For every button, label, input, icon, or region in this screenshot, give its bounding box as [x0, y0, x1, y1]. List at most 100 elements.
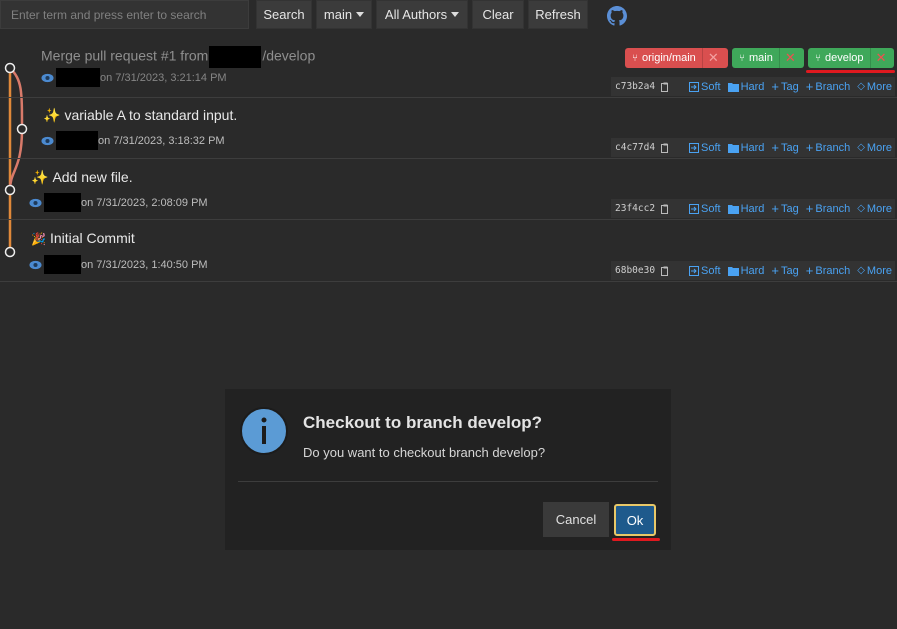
ok-button[interactable]: Ok: [614, 504, 656, 536]
commit-message: 🎉 Initial Commit: [31, 230, 135, 246]
close-icon[interactable]: ✕: [869, 48, 892, 68]
folder-icon: [727, 266, 739, 276]
soft-reset-button[interactable]: Soft: [689, 203, 721, 215]
search-input[interactable]: [0, 0, 249, 29]
clear-button[interactable]: Clear: [472, 0, 524, 29]
hard-reset-button[interactable]: Hard: [727, 80, 765, 93]
soft-reset-button[interactable]: Soft: [689, 265, 721, 277]
commit-row[interactable]: ✨ variable A to standard input. on 7/31/2…: [0, 98, 897, 159]
hard-label: Hard: [740, 141, 765, 154]
soft-label: Soft: [701, 141, 721, 154]
redacted-author: [56, 68, 100, 87]
ref-badge-develop[interactable]: ⑂ develop ✕: [808, 48, 894, 68]
more-button[interactable]: ◇ More: [857, 203, 892, 215]
more-button[interactable]: ◇ More: [857, 81, 892, 93]
cancel-button[interactable]: Cancel: [543, 502, 609, 537]
redacted-author: [44, 193, 81, 212]
commit-meta: on 7/31/2023, 2:08:09 PM: [29, 193, 208, 212]
authors-dropdown-label: All Authors: [384, 7, 448, 22]
hard-reset-button[interactable]: Hard: [727, 202, 765, 215]
commit-hash[interactable]: c4c77d4: [611, 138, 681, 157]
redacted-author: [56, 131, 98, 150]
plus-icon: +: [805, 263, 814, 278]
commit-date: on 7/31/2023, 1:40:50 PM: [81, 258, 208, 271]
soft-reset-button[interactable]: Soft: [689, 81, 721, 93]
commit-message-text: variable A to standard input.: [64, 107, 238, 123]
tag-label: Tag: [781, 202, 799, 215]
tag-label: Tag: [781, 141, 799, 154]
plus-icon: +: [771, 201, 780, 216]
branch-button[interactable]: + Branch: [806, 79, 850, 94]
close-icon[interactable]: ✕: [701, 48, 724, 68]
commit-hash-text: 23f4cc2: [615, 203, 656, 214]
copy-icon[interactable]: [661, 143, 670, 153]
plus-icon: +: [805, 140, 814, 155]
commit-date: on 7/31/2023, 3:18:32 PM: [98, 134, 225, 147]
more-button[interactable]: ◇ More: [857, 265, 892, 277]
commit-message-text: Initial Commit: [49, 230, 135, 246]
tag-button[interactable]: + Tag: [771, 201, 798, 216]
commit-hash[interactable]: 68b0e30: [611, 261, 681, 280]
commit-message-text: Add new file.: [52, 169, 133, 185]
plus-icon: +: [771, 79, 780, 94]
tag-button[interactable]: + Tag: [771, 263, 798, 278]
soft-reset-button[interactable]: Soft: [689, 142, 721, 154]
search-button[interactable]: Search: [256, 0, 312, 29]
more-button[interactable]: ◇ More: [857, 142, 892, 154]
ref-badge-main[interactable]: ⑂ main ✕: [732, 48, 804, 68]
commit-hash[interactable]: 23f4cc2: [611, 199, 681, 218]
eye-icon[interactable]: [29, 198, 42, 208]
reset-icon: [689, 81, 699, 92]
copy-icon[interactable]: [661, 266, 670, 276]
info-icon: [240, 407, 288, 455]
commit-meta: on 7/31/2023, 3:21:14 PM: [41, 68, 227, 87]
close-icon[interactable]: ✕: [778, 48, 801, 68]
toolbar: Search main All Authors Clear Refresh: [0, 0, 897, 30]
plus-icon: +: [805, 79, 814, 94]
more-label: More: [866, 264, 892, 277]
soft-label: Soft: [701, 264, 721, 277]
more-label: More: [866, 202, 892, 215]
hard-label: Hard: [740, 264, 765, 277]
commit-meta: on 7/31/2023, 1:40:50 PM: [29, 255, 208, 274]
branch-icon: ⑂: [815, 52, 821, 64]
tag-button[interactable]: + Tag: [771, 140, 798, 155]
branch-dropdown-label: main: [323, 7, 353, 22]
authors-dropdown[interactable]: All Authors: [376, 0, 468, 29]
commit-message: Merge pull request #1 from/develop: [41, 46, 315, 68]
commit-message: ✨ Add new file.: [31, 169, 133, 186]
hard-label: Hard: [740, 202, 765, 215]
plus-icon: +: [771, 140, 780, 155]
commit-row[interactable]: ✨ Add new file. on 7/31/2023, 2:08:09 PM …: [0, 159, 897, 220]
commit-meta: on 7/31/2023, 3:18:32 PM: [41, 131, 225, 150]
more-icon: ◇: [857, 142, 865, 153]
branch-dropdown[interactable]: main: [316, 0, 372, 29]
ref-badge-origin-main[interactable]: ⑂ origin/main ✕: [625, 48, 728, 68]
eye-icon[interactable]: [29, 260, 42, 270]
github-icon[interactable]: [607, 6, 627, 26]
eye-icon[interactable]: [41, 136, 54, 146]
commit-message-text: Merge pull request #1 from: [41, 47, 209, 64]
hard-label: Hard: [740, 80, 765, 93]
copy-icon[interactable]: [661, 204, 670, 214]
branch-button[interactable]: + Branch: [806, 201, 850, 216]
commit-row[interactable]: 🎉 Initial Commit on 7/31/2023, 1:40:50 PM…: [0, 221, 897, 282]
hard-reset-button[interactable]: Hard: [727, 141, 765, 154]
branch-label: Branch: [815, 141, 851, 154]
branch-icon: ⑂: [632, 52, 638, 64]
ref-name: main: [749, 52, 773, 64]
copy-icon[interactable]: [661, 82, 670, 92]
refresh-button[interactable]: Refresh: [528, 0, 588, 29]
commit-actions: Soft Hard + Tag + Branch ◇ More: [681, 199, 895, 218]
commit-date: on 7/31/2023, 3:21:14 PM: [100, 71, 227, 84]
tag-button[interactable]: + Tag: [771, 79, 798, 94]
branch-button[interactable]: + Branch: [806, 263, 850, 278]
redacted-block: [209, 46, 262, 68]
chevron-down-icon: [451, 12, 460, 17]
eye-icon[interactable]: [41, 73, 54, 83]
hard-reset-button[interactable]: Hard: [727, 264, 765, 277]
highlight-underline: [612, 538, 660, 541]
branch-button[interactable]: + Branch: [806, 140, 850, 155]
commit-actions: Soft Hard + Tag + Branch ◇ More: [681, 138, 895, 157]
commit-hash[interactable]: c73b2a4: [611, 77, 681, 96]
